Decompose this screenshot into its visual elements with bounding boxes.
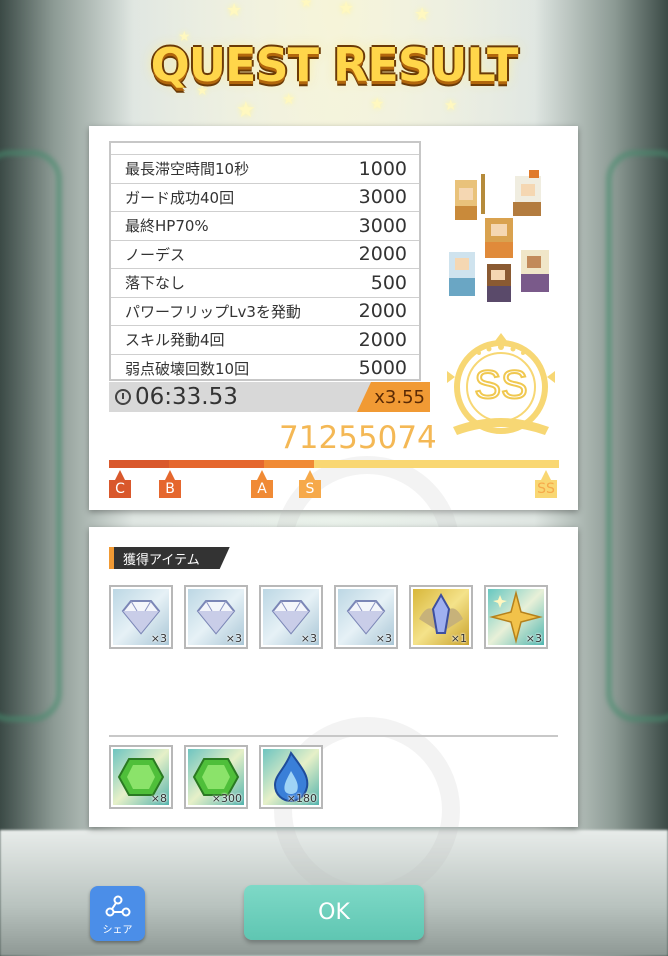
bonus-row: 落下なし 500	[111, 269, 419, 298]
star-icon: ★	[236, 98, 256, 123]
right-pillar	[606, 150, 668, 722]
item-slot[interactable]: ×3	[484, 585, 548, 649]
star-icon: ★	[282, 90, 296, 108]
bonus-points: 2000	[358, 328, 407, 351]
star-icon: ★	[414, 4, 431, 25]
rank-marker: SS	[535, 470, 557, 498]
item-slot[interactable]: ×3	[184, 585, 248, 649]
item-slot[interactable]: ×300	[184, 745, 248, 809]
rank-marker: C	[109, 470, 131, 498]
bonus-points: 3000	[358, 186, 407, 209]
character-sprite	[449, 252, 475, 296]
bonus-list[interactable]: 最長滞空時間10秒 1000 ガード成功40回 3000 最終HP70% 3000 ノーデス…	[109, 141, 421, 381]
rank-marker-label: C	[115, 481, 125, 497]
item-quantity: ×1	[450, 632, 467, 645]
item-quantity: ×300	[211, 792, 242, 805]
items-section-label-text: 獲得アイテム	[123, 552, 200, 568]
character-sprite	[485, 218, 513, 258]
items-divider	[109, 735, 558, 737]
rank-emblem: SS	[445, 331, 557, 443]
bonus-label: 弱点破壊回数10回	[125, 359, 250, 378]
rank-progress-bar	[109, 460, 559, 468]
bonus-points: 500	[370, 271, 407, 294]
bonus-label: 落下なし	[125, 274, 186, 293]
item-quantity: ×3	[525, 632, 542, 645]
page-title: QUEST RESULT	[150, 38, 519, 92]
result-panel: 最長滞空時間10秒 1000 ガード成功40回 3000 最終HP70% 3000 ノーデス…	[89, 126, 578, 642]
character-sprite	[487, 264, 511, 302]
item-slot[interactable]: ×1	[409, 585, 473, 649]
item-quantity: ×3	[150, 632, 167, 645]
bonus-label: スキル発動4回	[125, 331, 225, 350]
item-slot[interactable]: ×180	[259, 745, 323, 809]
character-sprite	[455, 174, 485, 220]
bonus-row: パワーフリップLv3を発動 2000	[111, 298, 419, 326]
character-sprite	[521, 250, 549, 292]
item-slot[interactable]: ×3	[334, 585, 398, 649]
bonus-label: パワーフリップLv3を発動	[125, 302, 301, 321]
bonus-label: ノーデス	[125, 245, 186, 264]
bonus-row: スキル発動4回 2000	[111, 326, 419, 355]
star-icon: ★	[338, 0, 355, 19]
item-quantity: ×3	[375, 632, 392, 645]
bonus-points: 3000	[358, 214, 407, 237]
item-slot[interactable]: ×3	[109, 585, 173, 649]
bonus-row-partial	[111, 143, 419, 155]
items-panel: 獲得アイテム ×3 ×3 ×3 ×3 ×1 ×3 ×8 ×300 ×180	[89, 527, 578, 903]
bonus-row: 最終HP70% 3000	[111, 212, 419, 241]
star-icon: ★	[370, 94, 385, 113]
rank-marker: A	[251, 470, 273, 498]
rank-marker: S	[299, 470, 321, 498]
item-quantity: ×180	[286, 792, 317, 805]
items-row-2: ×8 ×300 ×180	[109, 745, 323, 809]
character-sprite	[513, 170, 541, 216]
bonus-points: 2000	[358, 243, 407, 266]
left-pillar	[0, 150, 62, 722]
items-section-label: 獲得アイテム	[109, 547, 230, 569]
rank-marker-label: A	[257, 481, 267, 497]
star-icon: ★	[226, 0, 243, 21]
rank-segment-c	[109, 460, 169, 468]
bonus-points: 5000	[358, 357, 407, 380]
item-quantity: ×8	[150, 792, 167, 805]
bonus-label: 最終HP70%	[125, 217, 209, 236]
item-quantity: ×3	[300, 632, 317, 645]
bonus-points: 2000	[358, 300, 407, 323]
clear-time: 06:33.53	[135, 384, 238, 410]
party-characters	[441, 166, 563, 306]
rank-marker-label: B	[165, 481, 175, 497]
total-score: 71255074	[279, 420, 437, 456]
rank-marker: B	[159, 470, 181, 498]
bonus-label: 最長滞空時間10秒	[125, 160, 250, 179]
bonus-row: ガード成功40回 3000	[111, 184, 419, 212]
rank-marker-label: SS	[537, 481, 555, 497]
rank-segment-b	[169, 460, 264, 468]
stopwatch-icon	[115, 389, 131, 405]
items-row-1: ×3 ×3 ×3 ×3 ×1 ×3	[109, 585, 548, 649]
ok-button[interactable]: OK	[244, 885, 424, 940]
bonus-points: 1000	[358, 157, 407, 180]
share-button[interactable]: シェア	[90, 886, 145, 941]
star-icon: ★	[444, 96, 458, 114]
share-button-label: シェア	[102, 925, 133, 936]
share-icon	[105, 895, 131, 917]
star-icon: ★	[300, 0, 313, 11]
item-slot[interactable]: ×8	[109, 745, 173, 809]
item-quantity: ×3	[225, 632, 242, 645]
rank-marker-label: S	[305, 481, 315, 497]
rank-grade: SS	[473, 362, 528, 408]
bonus-row: 最長滞空時間10秒 1000	[111, 155, 419, 184]
bonus-row: ノーデス 2000	[111, 241, 419, 269]
item-slot[interactable]: ×3	[259, 585, 323, 649]
rank-segment-a	[264, 460, 314, 468]
bonus-row: 弱点破壊回数10回 5000	[111, 355, 419, 380]
bonus-label: ガード成功40回	[125, 188, 235, 207]
